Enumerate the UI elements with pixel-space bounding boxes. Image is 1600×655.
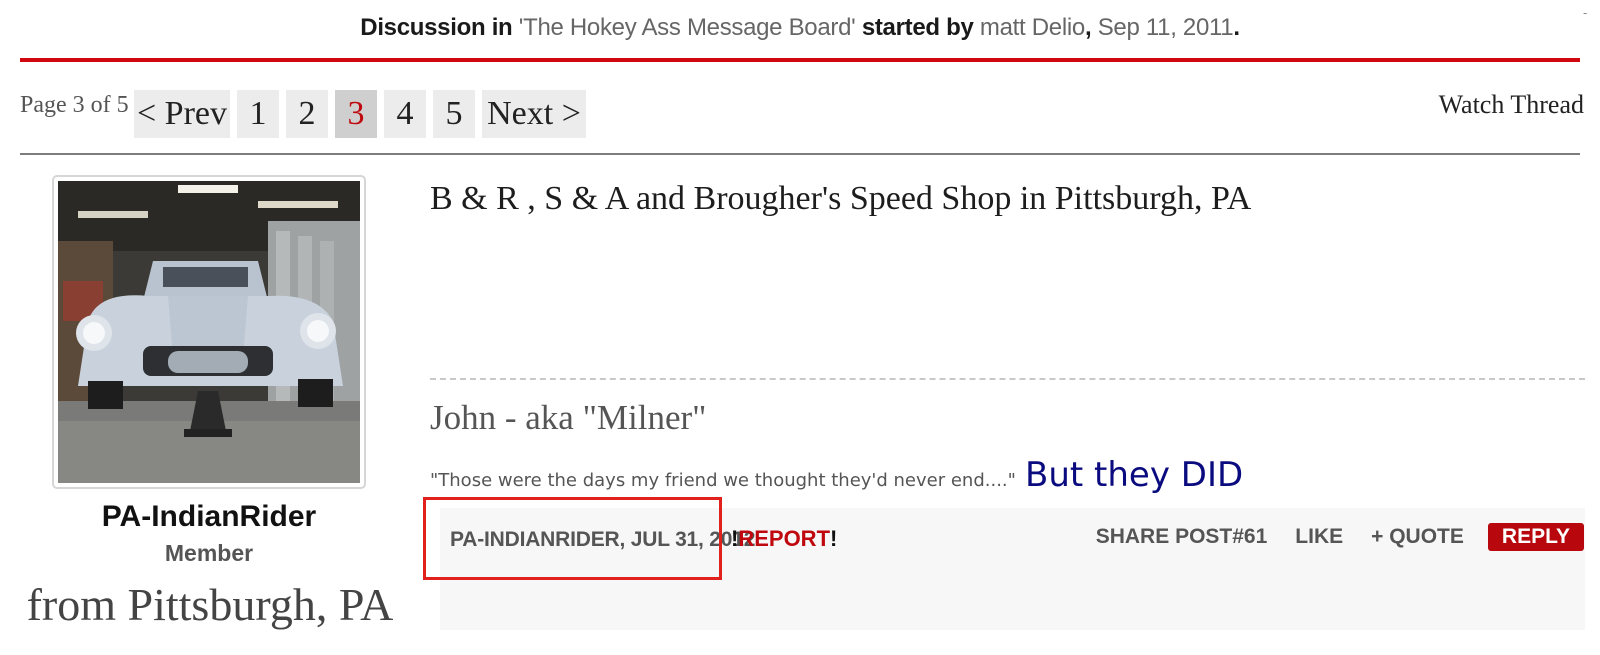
page-link-2[interactable]: 2 xyxy=(286,90,328,138)
pagination: < Prev 1 2 3 4 5 Next > xyxy=(134,90,593,138)
signature-emphasis: But they DID xyxy=(1025,455,1244,495)
report-suffix: ! xyxy=(830,526,838,551)
post-actions: SHARE POST#61 LIKE + QUOTE REPLY xyxy=(1068,523,1584,551)
signature-name: John - aka "Milner" xyxy=(430,398,707,437)
share-post-link[interactable]: SHARE POST#61 xyxy=(1096,525,1268,549)
post-username[interactable]: PA-IndianRider xyxy=(52,500,366,534)
pagination-divider xyxy=(20,153,1580,155)
page-link-4[interactable]: 4 xyxy=(384,90,426,138)
reply-button[interactable]: REPLY xyxy=(1487,523,1584,551)
comma: , xyxy=(1084,14,1092,41)
period: . xyxy=(1233,14,1240,41)
avatar[interactable] xyxy=(58,181,360,483)
like-link[interactable]: LIKE xyxy=(1295,525,1343,549)
thread-author-link[interactable]: matt Delio xyxy=(980,14,1085,41)
page-indicator: Page 3 of 5 xyxy=(20,92,129,118)
signature-divider xyxy=(430,378,1585,380)
started-by-label: started by xyxy=(861,14,974,41)
header-divider xyxy=(20,58,1580,62)
page-link-3-current[interactable]: 3 xyxy=(335,90,377,138)
quote-link[interactable]: + QUOTE xyxy=(1371,525,1464,549)
page-link-5[interactable]: 5 xyxy=(433,90,475,138)
highlight-box xyxy=(423,497,722,580)
next-page-button[interactable]: Next > xyxy=(482,90,586,138)
corner-mark: - xyxy=(1583,6,1588,20)
signature-quote-text: "Those were the days my friend we though… xyxy=(430,470,1016,491)
avatar-frame xyxy=(52,175,366,489)
watch-thread-link[interactable]: Watch Thread xyxy=(1439,90,1584,120)
report-label: REPORT xyxy=(738,526,831,551)
user-location: from Pittsburgh, PA xyxy=(26,579,394,630)
car-avatar-photo xyxy=(58,181,360,483)
report-link[interactable]: !REPORT! xyxy=(731,526,837,552)
thread-discussion-info: Discussion in 'The Hokey Ass Message Boa… xyxy=(0,14,1600,42)
user-title: Member xyxy=(164,540,254,566)
prev-page-button[interactable]: < Prev xyxy=(134,90,230,138)
thread-date-link[interactable]: Sep 11, 2011 xyxy=(1098,14,1234,41)
forum-link[interactable]: 'The Hokey Ass Message Board' xyxy=(519,14,856,41)
post-message: B & R , S & A and Brougher's Speed Shop … xyxy=(430,180,1252,217)
signature-quote: "Those were the days my friend we though… xyxy=(430,455,1243,495)
page-link-1[interactable]: 1 xyxy=(237,90,279,138)
discussion-prefix: Discussion in xyxy=(360,14,513,41)
